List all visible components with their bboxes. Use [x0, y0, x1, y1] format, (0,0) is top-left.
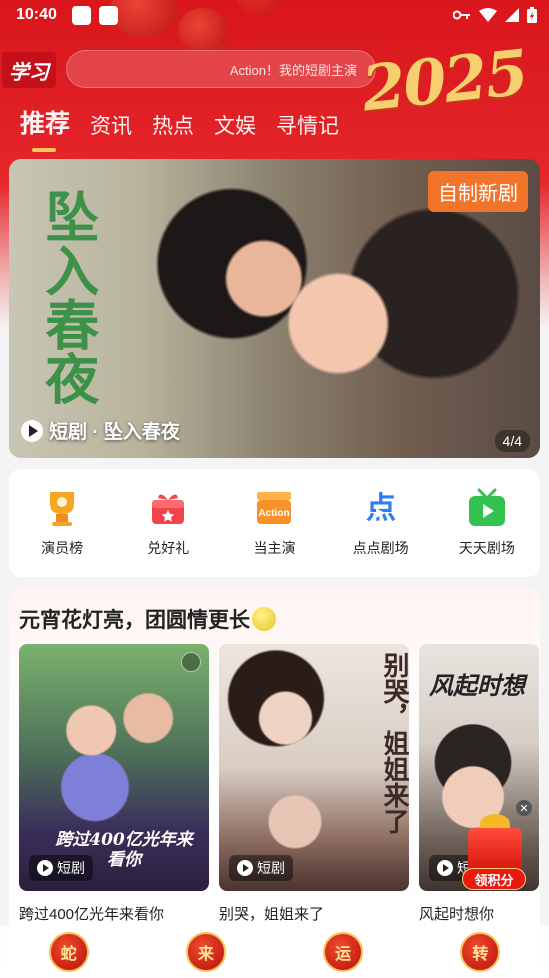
tab-news[interactable]: 资讯 — [90, 110, 132, 140]
points-reward-widget[interactable]: 领积分 ✕ — [462, 800, 532, 894]
play-icon — [237, 860, 253, 876]
tab-recommend[interactable]: 推荐 — [20, 104, 70, 152]
drama-card[interactable]: 别哭，姐姐来了 短剧 别哭，姐姐来了 — [219, 644, 409, 924]
dian-theater-icon: 点 — [361, 488, 401, 528]
quick-links: 演员榜 兑好礼 Action 当主演 点 点点剧场 天天剧场 — [9, 469, 540, 577]
poster-title-art: 风起时想 — [429, 671, 525, 700]
drama-tag: 短剧 — [29, 855, 93, 881]
status-bar: 10:40 — [0, 0, 549, 32]
banner-counter: 4/4 — [494, 430, 530, 452]
festival-button-turn[interactable]: 转 — [460, 931, 501, 972]
trophy-icon — [42, 488, 82, 528]
wifi-icon — [479, 8, 497, 22]
festival-section: 元宵花灯亮，团圆情更长 跨过400亿光年来看你 短剧 跨过400亿光年来看你 别… — [9, 588, 540, 978]
search-bar[interactable]: Action！我的短剧主演 — [66, 50, 376, 88]
quick-link-label: 演员榜 — [41, 540, 84, 556]
play-indicator-icon — [181, 652, 201, 672]
quick-link-diandian-theater[interactable]: 点 点点剧场 — [333, 488, 429, 558]
tv-icon — [467, 488, 507, 528]
signal-icon — [505, 8, 519, 22]
clapperboard-icon: Action — [254, 488, 294, 528]
festival-button-come[interactable]: 来 — [185, 931, 226, 972]
tab-entertainment[interactable]: 文娱 — [214, 110, 256, 140]
key-icon — [453, 10, 470, 20]
quick-link-actor-ranking[interactable]: 演员榜 — [14, 488, 110, 558]
drama-poster: 跨过400亿光年来看你 短剧 — [19, 644, 209, 891]
quick-link-label: 当主演 — [253, 540, 296, 556]
notification-icon — [72, 6, 91, 25]
battery-icon — [527, 7, 537, 23]
banner-badge: 自制新剧 — [428, 171, 528, 212]
quick-link-label: 点点剧场 — [352, 540, 409, 556]
quick-link-label: 天天剧场 — [458, 540, 515, 556]
tab-hot[interactable]: 热点 — [152, 110, 194, 140]
play-icon — [21, 419, 43, 442]
status-time: 10:40 — [16, 6, 57, 23]
clapperboard-label: Action — [259, 508, 290, 519]
banner-caption-text: 短剧 · 坠入春夜 — [49, 422, 180, 443]
channel-tabs: 推荐 资讯 热点 文娱 寻情记 — [20, 104, 339, 152]
drama-title: 别哭，姐姐来了 — [219, 906, 325, 923]
dian-theater-glyph: 点 — [366, 491, 396, 526]
festival-button-luck[interactable]: 运 — [323, 931, 364, 972]
play-icon — [37, 860, 53, 876]
quick-link-daily-theater[interactable]: 天天剧场 — [439, 488, 535, 558]
drama-tag: 短剧 — [229, 855, 293, 881]
section-title: 元宵花灯亮，团圆情更长 — [19, 604, 276, 634]
drama-tag-text: 短剧 — [257, 860, 285, 876]
search-placeholder: Action！我的短剧主演 — [229, 62, 357, 78]
points-label: 领积分 — [462, 868, 526, 890]
gift-icon — [148, 488, 188, 528]
app-logo[interactable]: 学习 — [2, 52, 56, 88]
drama-tag-text: 短剧 — [57, 860, 85, 876]
banner-calligraphy: 坠入春夜 — [35, 189, 100, 405]
quick-link-redeem[interactable]: 兑好礼 — [120, 488, 216, 558]
close-icon[interactable]: ✕ — [516, 800, 532, 816]
notification-icon — [99, 6, 118, 25]
drama-poster: 别哭，姐姐来了 短剧 — [219, 644, 409, 891]
banner-caption: 短剧 · 坠入春夜 — [21, 417, 180, 444]
festival-bottom-bar: 蛇 来 运 转 — [0, 925, 549, 978]
festival-button-snake[interactable]: 蛇 — [48, 931, 89, 972]
tab-xunqingji[interactable]: 寻情记 — [276, 110, 339, 140]
quick-link-be-star[interactable]: Action 当主演 — [226, 488, 322, 558]
hero-banner[interactable]: 坠入春夜 自制新剧 短剧 · 坠入春夜 4/4 — [9, 159, 540, 458]
drama-carousel: 跨过400亿光年来看你 短剧 跨过400亿光年来看你 别哭，姐姐来了 短剧 别哭… — [19, 644, 539, 924]
drama-card[interactable]: 跨过400亿光年来看你 短剧 跨过400亿光年来看你 — [19, 644, 209, 924]
play-icon — [437, 860, 453, 876]
gift-box-icon — [468, 828, 522, 872]
section-title-text: 元宵花灯亮，团圆情更长 — [19, 609, 250, 632]
poster-title-art: 别哭，姐姐来了 — [379, 652, 409, 834]
drama-title: 跨过400亿光年来看你 — [19, 906, 165, 923]
quick-link-label: 兑好礼 — [147, 540, 190, 556]
lantern-emoji-icon — [252, 607, 276, 631]
drama-title: 风起时想你 — [419, 906, 495, 923]
